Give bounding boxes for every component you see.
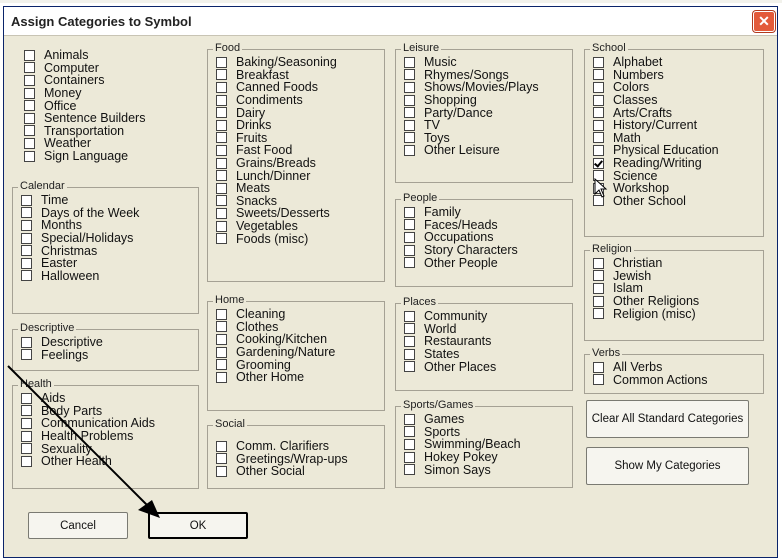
mouse-pointer-icon — [594, 178, 608, 198]
arrow-line — [7, 365, 151, 509]
arrow-head-icon — [138, 500, 160, 518]
annotation-arrow — [7, 365, 160, 518]
